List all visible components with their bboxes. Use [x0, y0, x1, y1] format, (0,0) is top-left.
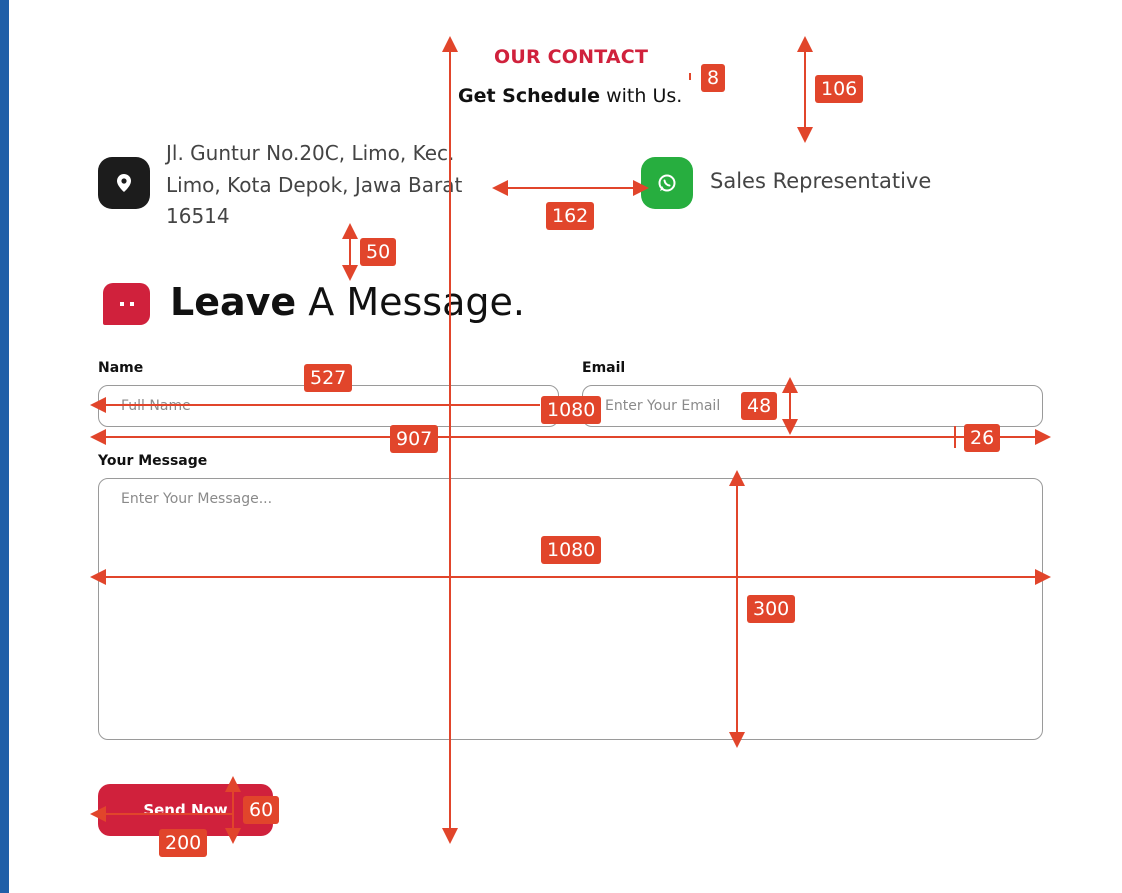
dim-tag-60: 60 — [243, 796, 280, 824]
message-textarea[interactable] — [98, 478, 1043, 740]
subheading-bold: Get Schedule — [458, 85, 601, 107]
dim-tag-48: 48 — [741, 392, 778, 420]
subheading-rest: with Us. — [600, 85, 683, 107]
email-label: Email — [582, 360, 626, 376]
leave-title-bold: Leave — [170, 280, 297, 324]
leave-title-rest: A Message. — [296, 280, 525, 324]
dim-tag-1080-message: 1080 — [541, 536, 602, 564]
sales-representative-link[interactable]: Sales Representative — [710, 169, 931, 193]
chat-bubble-icon — [103, 283, 150, 325]
left-edge-bar — [0, 0, 9, 893]
section-eyebrow: OUR CONTACT — [494, 46, 649, 68]
section-subheading: Get Schedule with Us. — [458, 85, 682, 107]
location-pin-icon — [98, 157, 150, 209]
dim-tag-1080-inputs: 1080 — [541, 396, 602, 424]
dim-tag-527: 527 — [304, 364, 353, 392]
message-label: Your Message — [98, 453, 208, 469]
dim-tag-907: 907 — [390, 425, 439, 453]
leave-message-title: Leave A Message. — [170, 280, 525, 324]
whatsapp-icon[interactable] — [641, 157, 693, 209]
email-input[interactable] — [582, 385, 1043, 427]
name-label: Name — [98, 360, 144, 376]
dim-tag-106: 106 — [815, 75, 864, 103]
dim-tag-8: 8 — [701, 64, 726, 92]
dim-tag-26: 26 — [964, 424, 1001, 452]
address-line-2: Limo, Kota Depok, Jawa Barat — [166, 172, 463, 197]
dim-tag-162: 162 — [546, 202, 595, 230]
dim-tag-50: 50 — [360, 238, 397, 266]
dim-tag-300: 300 — [747, 595, 796, 623]
address-line-1: Jl. Guntur No.20C, Limo, Kec. — [166, 141, 455, 165]
address-text: Jl. Guntur No.20C, Limo, Kec. Limo, Kota… — [166, 138, 496, 233]
dim-tag-200: 200 — [159, 829, 208, 857]
address-line-3: 16514 — [166, 204, 230, 228]
measurement-overlay — [90, 36, 1051, 844]
